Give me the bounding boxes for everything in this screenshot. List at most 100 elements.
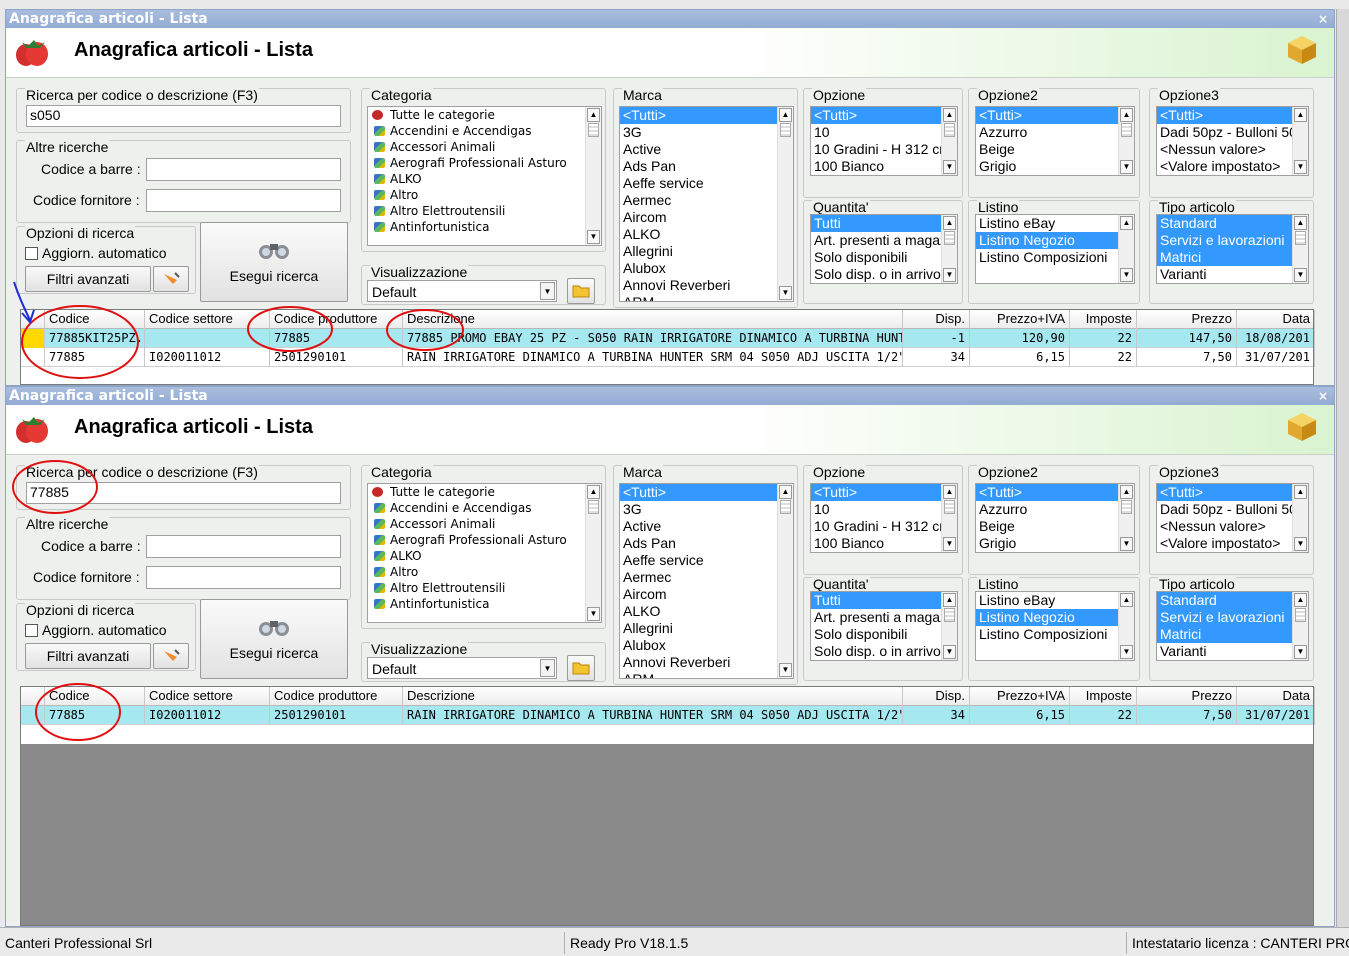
scroll-up-icon[interactable]: ▲ bbox=[779, 108, 792, 122]
column-header[interactable]: Prezzo+IVA bbox=[970, 310, 1070, 329]
scrollbar[interactable]: ▲ ▼ bbox=[777, 484, 793, 678]
advanced-filters-button[interactable]: Filtri avanzati bbox=[25, 266, 151, 292]
brand-list[interactable]: <Tutti> 3G Active Ads Pan Aeffe service Aerme… bbox=[619, 106, 794, 302]
filter-options-button[interactable] bbox=[153, 643, 189, 669]
scrollbar[interactable]: ▲ ▼ bbox=[1292, 107, 1308, 175]
option1-list-item[interactable]: 10 Gradini - H 312 cm bbox=[811, 518, 957, 535]
option3-list-item[interactable]: <Nessun valore> bbox=[1157, 518, 1308, 535]
chevron-down-icon[interactable]: ▼ bbox=[540, 659, 555, 677]
option1-list-item[interactable]: 10 bbox=[811, 501, 957, 518]
view-select[interactable]: Default ▼ bbox=[367, 657, 557, 679]
scroll-thumb[interactable] bbox=[1121, 123, 1132, 137]
quantity-list-item[interactable]: Solo disp. o in arrivo bbox=[811, 643, 957, 660]
brand-list-item[interactable]: ARM bbox=[620, 294, 793, 301]
run-search-button[interactable]: Esegui ricerca bbox=[200, 599, 348, 679]
scroll-thumb[interactable] bbox=[944, 500, 955, 514]
quantity-list[interactable]: Tutti Art. presenti a magazzino Solo dispo… bbox=[810, 591, 958, 661]
scroll-thumb[interactable] bbox=[588, 500, 599, 514]
article-type-list-item[interactable]: Varianti bbox=[1157, 643, 1308, 660]
column-header[interactable]: Disp. bbox=[903, 310, 970, 329]
table-row[interactable]: 77885KIT25PZ... 7788577885 PROMO EBAY 25 … bbox=[21, 329, 1315, 348]
option1-list-item[interactable]: 10 bbox=[811, 124, 957, 141]
category-tree-item[interactable]: Accessori Animali bbox=[368, 139, 601, 155]
scroll-thumb[interactable] bbox=[1121, 500, 1132, 514]
brand-list-item[interactable]: Active bbox=[620, 141, 793, 158]
category-tree-item[interactable]: ALKO bbox=[368, 171, 601, 187]
article-type-list-item[interactable]: Servizi e lavorazioni bbox=[1157, 232, 1308, 249]
scroll-down-icon[interactable]: ▼ bbox=[779, 286, 792, 300]
brand-list-item[interactable]: 3G bbox=[620, 501, 793, 518]
column-header[interactable]: Imposte bbox=[1070, 687, 1137, 706]
scrollbar[interactable]: ▲ ▼ bbox=[585, 107, 601, 245]
scrollbar[interactable]: ▲ ▼ bbox=[941, 107, 957, 175]
quantity-list-item[interactable]: Art. presenti a magazzino bbox=[811, 232, 957, 249]
category-tree-item[interactable]: Accendini e Accendigas bbox=[368, 500, 601, 516]
column-header[interactable]: Descrizione bbox=[403, 687, 903, 706]
articles-grid[interactable]: Codice Codice settore Codice produttore Des… bbox=[20, 309, 1315, 385]
option3-list-item[interactable]: <Valore impostato> bbox=[1157, 158, 1308, 175]
column-header[interactable]: Imposte bbox=[1070, 310, 1137, 329]
price-list-list-item[interactable]: Listino Negozio bbox=[976, 609, 1134, 626]
brand-list-item[interactable]: Allegrini bbox=[620, 243, 793, 260]
scrollbar[interactable]: ▲ ▼ bbox=[585, 484, 601, 622]
category-tree-item[interactable]: Altro Elettroutensili bbox=[368, 203, 601, 219]
brand-list-item[interactable]: Ads Pan bbox=[620, 158, 793, 175]
column-header[interactable]: Codice produttore bbox=[270, 310, 403, 329]
scroll-thumb[interactable] bbox=[1295, 608, 1306, 622]
option1-list-item[interactable]: <Tutti> bbox=[811, 107, 957, 124]
option3-list-item[interactable]: Dadi 50pz - Bulloni 50pz bbox=[1157, 501, 1308, 518]
option1-list[interactable]: <Tutti> 10 10 Gradini - H 312 cm 100 Bianco… bbox=[810, 106, 958, 176]
scroll-up-icon[interactable]: ▲ bbox=[943, 108, 956, 122]
price-list-list[interactable]: Listino eBay Listino Negozio Listino Compo… bbox=[975, 591, 1135, 661]
advanced-filters-button[interactable]: Filtri avanzati bbox=[25, 643, 151, 669]
scroll-down-icon[interactable]: ▼ bbox=[1120, 268, 1133, 282]
category-tree-item[interactable]: Tutte le categorie bbox=[368, 107, 601, 123]
folder-button[interactable] bbox=[567, 655, 595, 681]
article-list-window[interactable]: Anagrafica articoli - Lista × Anagrafica a… bbox=[5, 9, 1335, 386]
scrollbar[interactable]: ▲ ▼ bbox=[1118, 592, 1134, 660]
brand-list-item[interactable]: Allegrini bbox=[620, 620, 793, 637]
brand-list-item[interactable]: Ads Pan bbox=[620, 535, 793, 552]
scroll-up-icon[interactable]: ▲ bbox=[1120, 485, 1133, 499]
scroll-thumb[interactable] bbox=[588, 123, 599, 137]
category-tree-item[interactable]: Accendini e Accendigas bbox=[368, 123, 601, 139]
price-list-list[interactable]: Listino eBay Listino Negozio Listino Compo… bbox=[975, 214, 1135, 284]
category-tree-item[interactable]: ALKO bbox=[368, 548, 601, 564]
quantity-list-item[interactable]: Tutti bbox=[811, 215, 957, 232]
table-row[interactable]: 77885 I020011012 2501290101 RAIN IRRIGATORE… bbox=[21, 348, 1315, 367]
scroll-down-icon[interactable]: ▼ bbox=[1120, 645, 1133, 659]
scroll-up-icon[interactable]: ▲ bbox=[1294, 216, 1307, 230]
category-tree[interactable]: Tutte le categorie Accendini e Accendigas… bbox=[367, 106, 602, 246]
scrollbar[interactable]: ▲ ▼ bbox=[1292, 484, 1308, 552]
option2-list-item[interactable]: Grigio bbox=[976, 158, 1134, 175]
article-type-list-item[interactable]: Servizi e lavorazioni bbox=[1157, 609, 1308, 626]
price-list-list-item[interactable]: Listino eBay bbox=[976, 592, 1134, 609]
scrollbar[interactable]: ▲ ▼ bbox=[1292, 215, 1308, 283]
scrollbar[interactable]: ▲ ▼ bbox=[1118, 215, 1134, 283]
quantity-list-item[interactable]: Art. presenti a magazzino bbox=[811, 609, 957, 626]
supplier-code-field[interactable] bbox=[146, 566, 341, 589]
article-type-list[interactable]: Standard Servizi e lavorazioni Matrici Vari… bbox=[1156, 214, 1309, 284]
scroll-up-icon[interactable]: ▲ bbox=[1294, 108, 1307, 122]
quantity-list-item[interactable]: Solo disponibili bbox=[811, 249, 957, 266]
scroll-down-icon[interactable]: ▼ bbox=[1294, 268, 1307, 282]
supplier-code-field[interactable] bbox=[146, 189, 341, 212]
scroll-down-icon[interactable]: ▼ bbox=[1120, 537, 1133, 551]
scroll-thumb[interactable] bbox=[1295, 231, 1306, 245]
scroll-down-icon[interactable]: ▼ bbox=[943, 160, 956, 174]
column-header[interactable]: Data bbox=[1237, 687, 1315, 706]
category-tree-item[interactable]: Antinfortunistica bbox=[368, 596, 601, 612]
scroll-up-icon[interactable]: ▲ bbox=[779, 485, 792, 499]
category-tree-item[interactable]: Altro Elettroutensili bbox=[368, 580, 601, 596]
folder-button[interactable] bbox=[567, 278, 595, 304]
brand-list-item[interactable]: Aermec bbox=[620, 192, 793, 209]
option2-list-item[interactable]: Grigio bbox=[976, 535, 1134, 552]
column-header[interactable]: Codice bbox=[45, 687, 145, 706]
brand-list-item[interactable]: Aermec bbox=[620, 569, 793, 586]
quantity-list-item[interactable]: Solo disponibili bbox=[811, 626, 957, 643]
brand-list-item[interactable]: Aircom bbox=[620, 209, 793, 226]
run-search-button[interactable]: Esegui ricerca bbox=[200, 222, 348, 302]
barcode-field[interactable] bbox=[146, 535, 341, 558]
option1-list-item[interactable]: 100 Bianco bbox=[811, 535, 957, 552]
price-list-list-item[interactable]: Listino eBay bbox=[976, 215, 1134, 232]
